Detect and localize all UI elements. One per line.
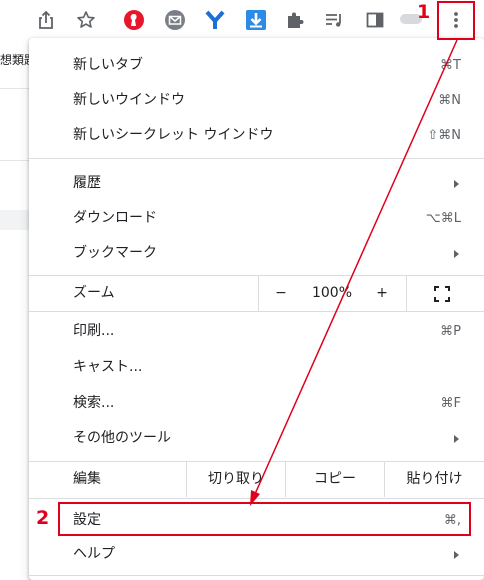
menu-edit-row: 編集 切り取り コピー 貼り付け [29,462,484,497]
zoom-level: 100% [311,285,353,301]
zoom-label: ズーム [73,285,115,301]
highlight-box-more-menu [437,1,475,40]
menu-item-new-tab[interactable]: 新しいタブ ⌘T [29,48,484,83]
menu-item-history[interactable]: 履歴 [29,166,484,201]
menu-item-shortcut: ⌘N [438,93,461,108]
menu-item-shortcut: ⌘F [440,396,461,411]
menu-item-bookmarks[interactable]: ブックマーク [29,236,484,271]
menu-item-label: 新しいシークレット ウインドウ [73,127,274,143]
menu-item-shortcut: ⇧⌘N [427,128,461,143]
menu-item-label: ダウンロード [73,210,157,226]
menu-item-label: 新しいウインドウ [73,92,185,108]
menu-item-label: ブックマーク [73,245,157,261]
menu-separator [29,311,484,312]
menu-item-label: キャスト... [73,359,143,375]
zoom-divider [406,276,407,311]
menu-item-label: 新しいタブ [73,57,143,73]
menu-item-shortcut: ⌥⌘L [425,211,461,226]
copy-button[interactable]: コピー [286,462,384,497]
extension-download-icon[interactable] [243,7,269,33]
share-icon[interactable] [33,7,59,33]
extension-red-icon[interactable] [121,7,147,33]
edit-label: 編集 [73,471,101,487]
menu-item-help[interactable]: ヘルプ [29,537,484,572]
menu-item-print[interactable]: 印刷... ⌘P [29,314,484,349]
cut-button[interactable]: 切り取り [187,462,285,497]
submenu-arrow-icon [454,435,459,443]
menu-item-new-incognito-window[interactable]: 新しいシークレット ウインドウ ⇧⌘N [29,118,484,153]
menu-item-label: 検索... [73,395,115,411]
menu-item-find[interactable]: 検索... ⌘F [29,386,484,421]
menu-item-label: ヘルプ [73,546,115,562]
extension-mail-icon[interactable] [162,7,188,33]
bookmark-star-icon[interactable] [73,7,99,33]
menu-item-downloads[interactable]: ダウンロード ⌥⌘L [29,201,484,236]
side-panel-icon[interactable] [362,7,388,33]
menu-item-label: 履歴 [73,175,101,191]
submenu-arrow-icon [454,250,459,258]
submenu-arrow-icon [454,180,459,188]
zoom-out-button[interactable]: − [259,276,303,311]
reading-list-icon[interactable] [321,7,347,33]
step-number-1: 1 [417,1,431,23]
highlight-box-settings [58,502,471,536]
menu-item-cast[interactable]: キャスト... [29,350,484,385]
step-number-2: 2 [36,507,50,529]
menu-item-label: その他のツール [73,430,171,446]
menu-item-shortcut: ⌘P [440,324,461,339]
menu-item-label: 印刷... [73,323,115,339]
paste-button[interactable]: 貼り付け [385,462,484,497]
extension-y-icon[interactable] [202,7,228,33]
chrome-menu: 新しいタブ ⌘T 新しいウインドウ ⌘N 新しいシークレット ウインドウ ⇧⌘N… [29,38,484,580]
fullscreen-icon[interactable] [433,285,451,303]
extensions-puzzle-icon[interactable] [282,7,308,33]
menu-item-more-tools[interactable]: その他のツール [29,421,484,456]
menu-separator [29,158,484,159]
menu-item-shortcut: ⌘T [440,58,461,73]
menu-zoom-row: ズーム − 100% + [29,276,484,311]
submenu-arrow-icon [454,551,459,559]
browser-toolbar [0,0,484,40]
menu-item-new-window[interactable]: 新しいウインドウ ⌘N [29,83,484,118]
menu-separator [29,575,484,576]
menu-separator [29,498,484,499]
zoom-in-button[interactable]: + [361,276,403,311]
